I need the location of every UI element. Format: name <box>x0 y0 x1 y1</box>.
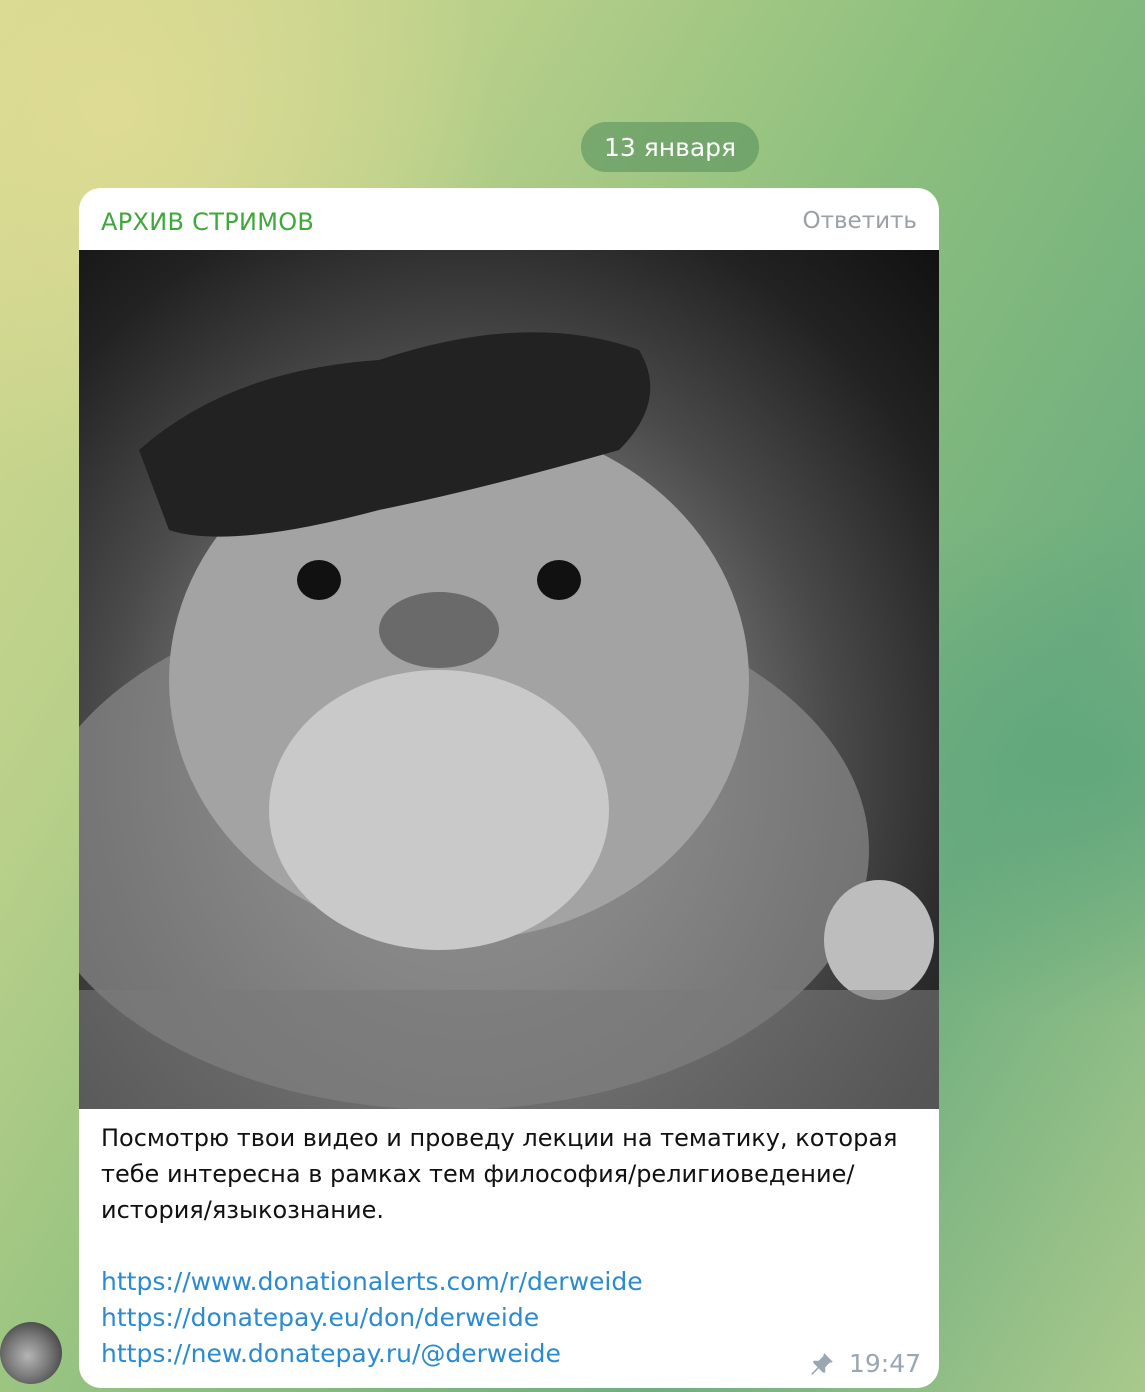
otter-photo-icon <box>79 332 939 1109</box>
donation-link[interactable]: https://donatepay.eu/don/derweide <box>101 1300 801 1336</box>
message-caption: Посмотрю твои видео и проведу лекции на … <box>101 1124 898 1224</box>
message-header: АРХИВ СТРИМОВ Ответить <box>79 188 939 250</box>
reply-button[interactable]: Ответить <box>802 208 917 234</box>
sender-name[interactable]: АРХИВ СТРИМОВ <box>101 208 314 236</box>
donation-link[interactable]: https://new.donatepay.ru/@derweide <box>101 1336 801 1372</box>
message-time: 19:47 <box>848 1349 921 1378</box>
pin-icon <box>811 1352 833 1375</box>
donation-link[interactable]: https://www.donationalerts.com/r/derweid… <box>101 1264 801 1300</box>
date-separator: 13 января <box>581 122 759 172</box>
message-meta: 19:47 <box>809 1349 921 1378</box>
message-links: https://www.donationalerts.com/r/derweid… <box>101 1264 801 1372</box>
message-photo[interactable] <box>79 250 939 1109</box>
message-bubble[interactable]: АРХИВ СТРИМОВ Ответить Посмотрю твои вид… <box>79 188 939 1388</box>
channel-avatar[interactable] <box>0 1322 62 1384</box>
